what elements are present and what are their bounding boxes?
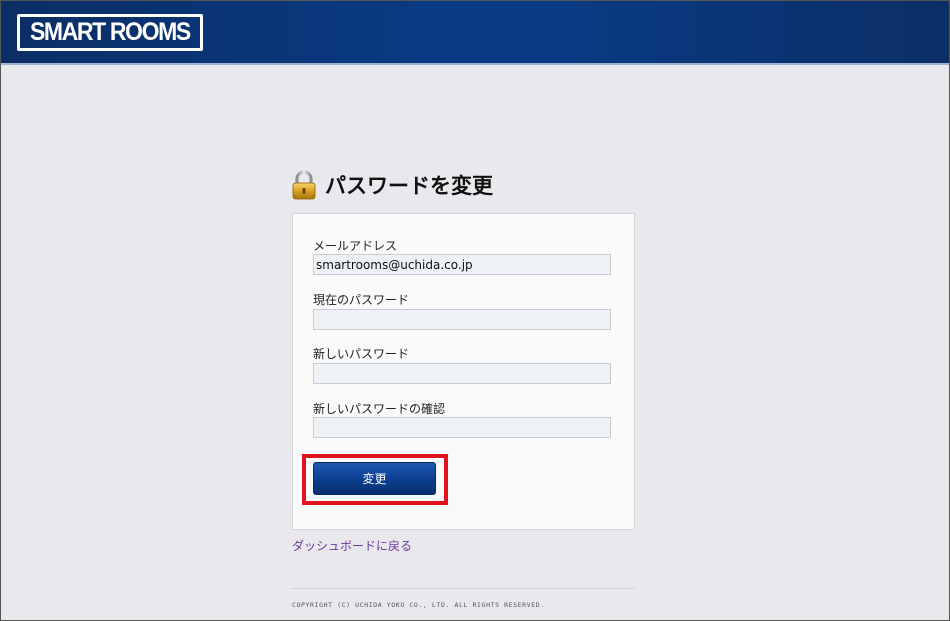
email-field[interactable] [313,254,611,275]
smart-rooms-logo[interactable]: SMART ROOMS [17,14,203,51]
email-label: メールアドレス [313,239,398,253]
copyright-text: COPYRIGHT (C) UCHIDA YOKO CO., LTD. ALL … [292,601,545,609]
footer-divider [292,588,635,589]
current-password-input[interactable] [313,309,611,330]
current-password-label: 現在のパスワード [313,293,410,307]
new-password-input[interactable] [313,363,611,384]
confirm-password-label: 新しいパスワードの確認 [313,402,446,416]
back-to-dashboard-link[interactable]: ダッシュボードに戻る [292,537,412,554]
confirm-password-input[interactable] [313,417,611,438]
page-heading: パスワードを変更 [291,169,493,201]
new-password-label: 新しいパスワード [313,347,410,361]
change-password-form: メールアドレス 現在のパスワード 新しいパスワード 新しいパスワードの確認 変更 [292,213,635,530]
lock-icon [292,170,316,200]
page-title: パスワードを変更 [325,174,493,198]
change-button[interactable]: 変更 [313,462,436,495]
logo-text: SMART ROOMS [30,18,191,46]
site-header: SMART ROOMS [1,1,949,65]
